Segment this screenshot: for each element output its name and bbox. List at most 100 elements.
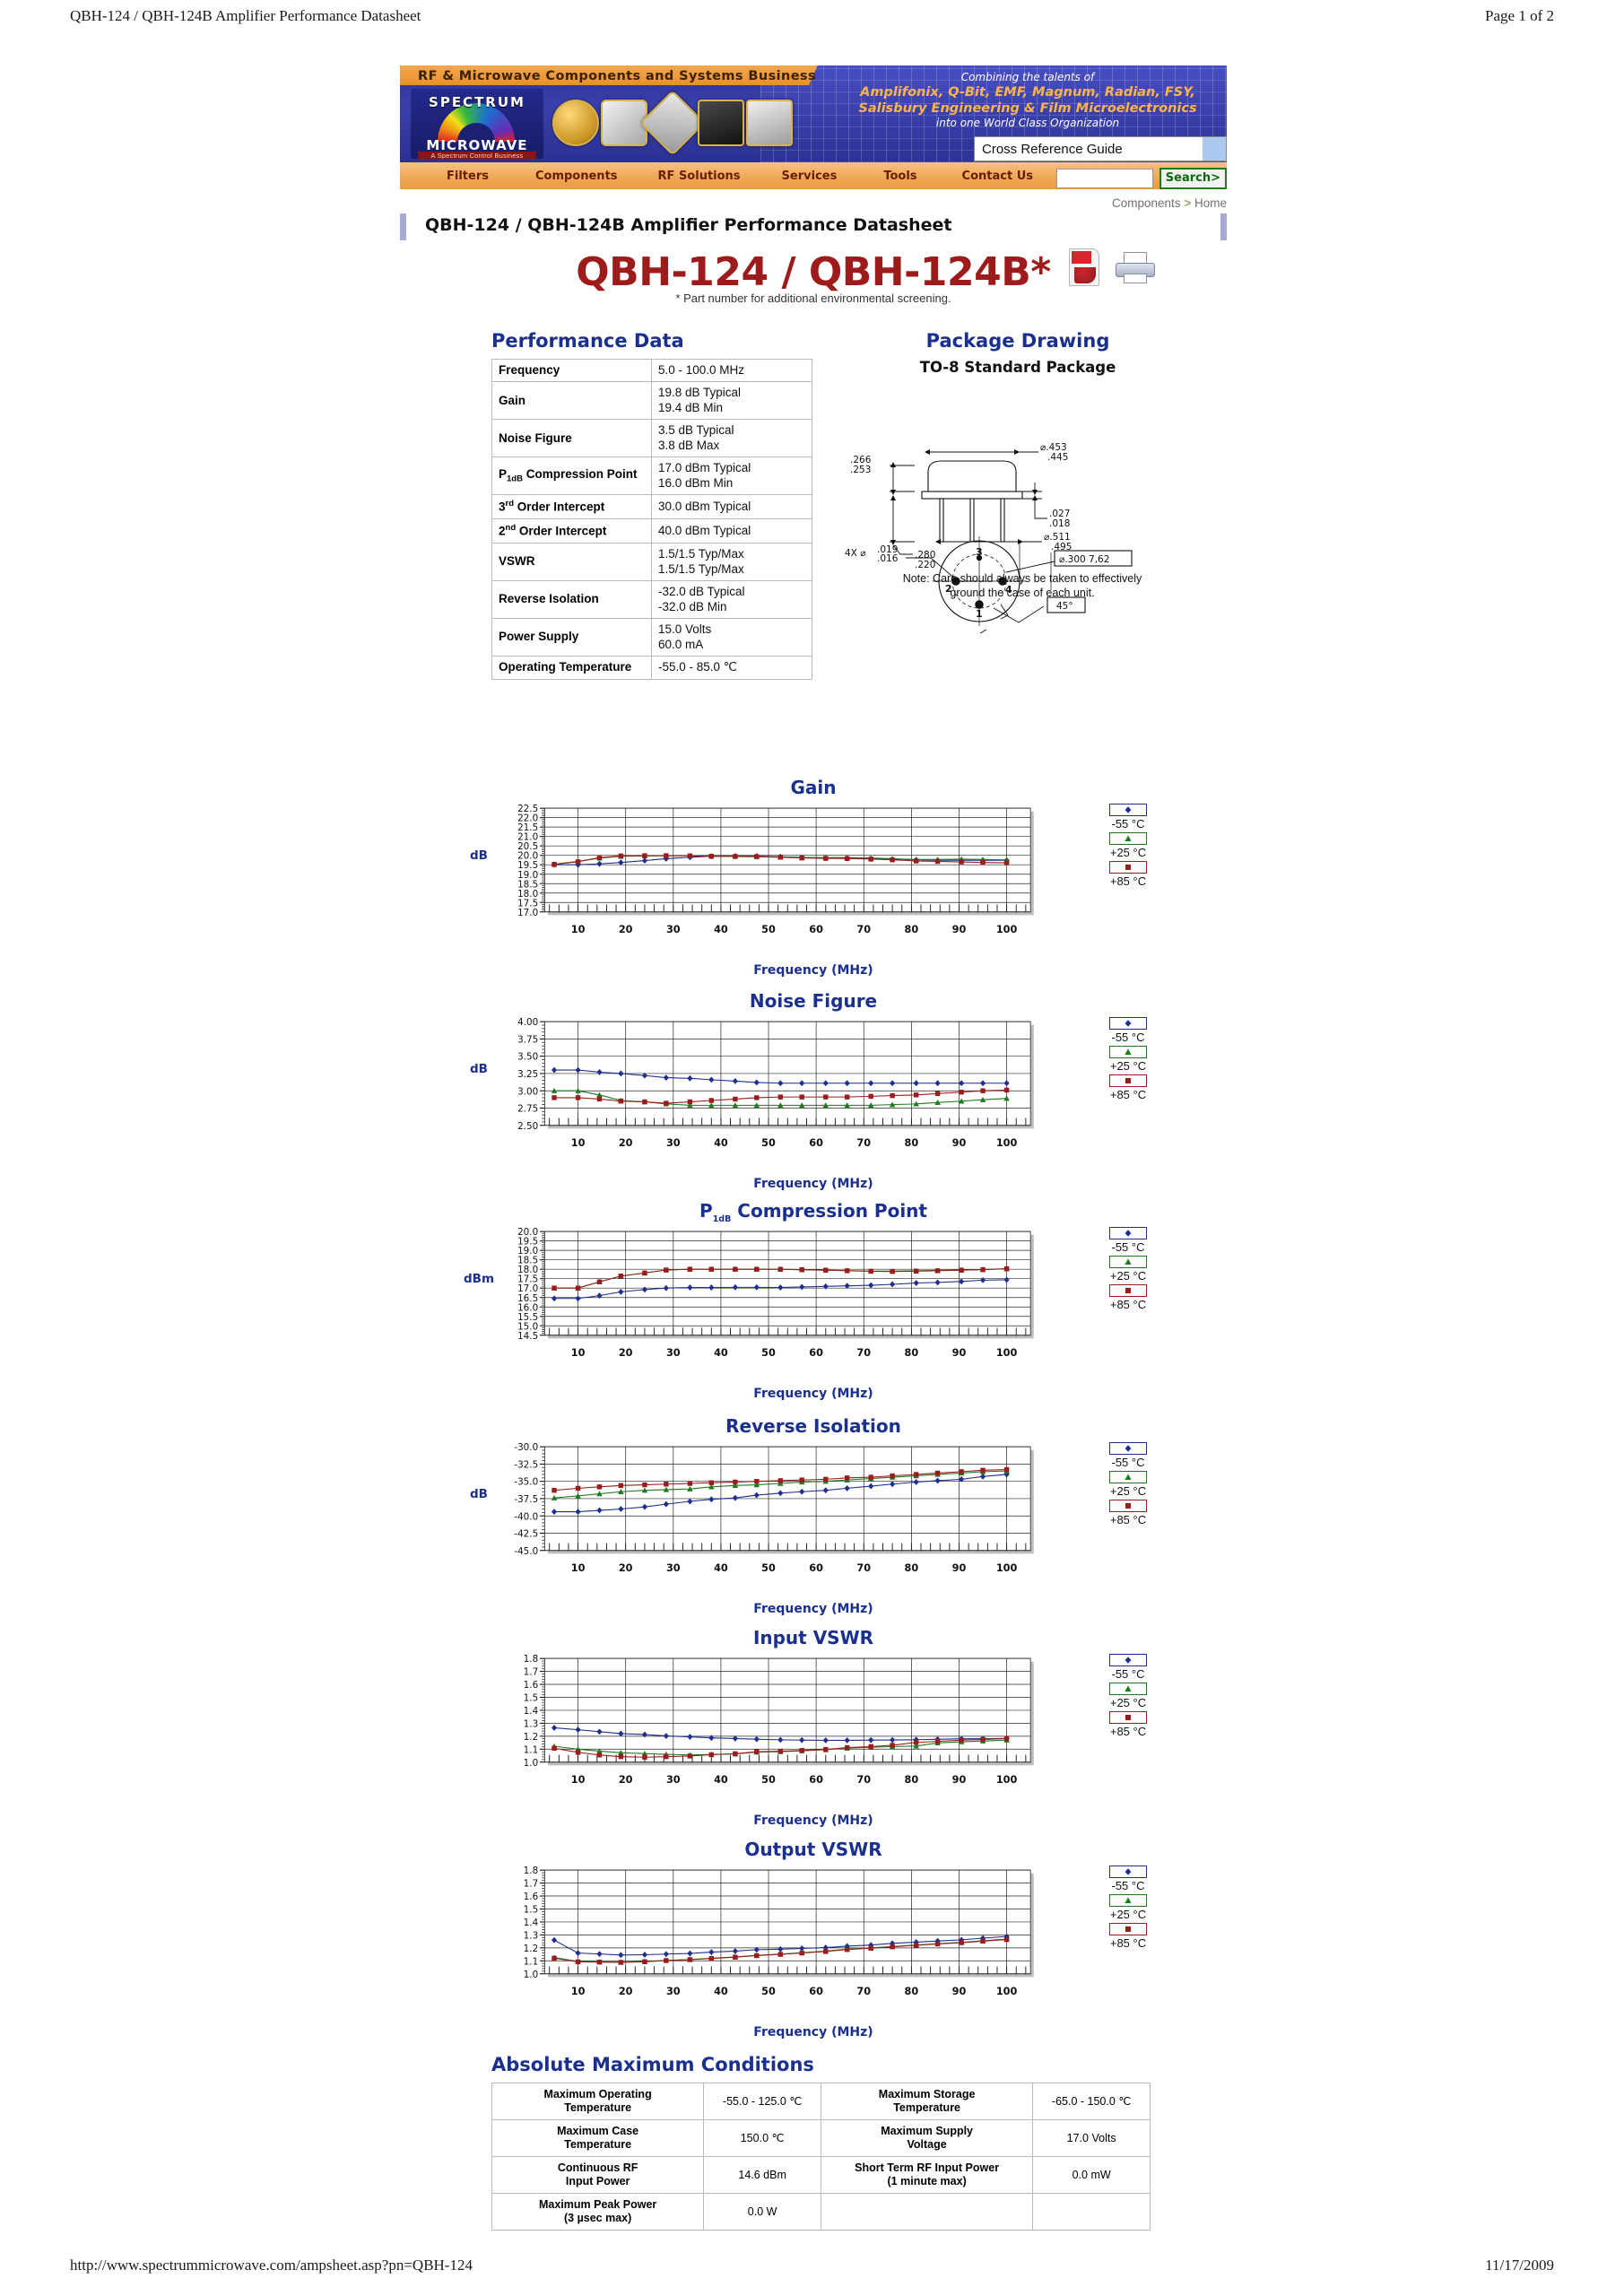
svg-text:10: 10	[571, 1347, 586, 1359]
nav-item-rf-solutions[interactable]: RF Solutions	[658, 170, 741, 183]
svg-text:50: 50	[761, 924, 776, 935]
nav-item-components[interactable]: Components	[535, 170, 618, 183]
svg-text:60: 60	[809, 924, 823, 935]
svg-text:21.0: 21.0	[517, 832, 538, 843]
title-accent-right	[1220, 213, 1227, 240]
absolute-maximum-heading: Absolute Maximum Conditions	[491, 2054, 814, 2075]
svg-text:20: 20	[619, 924, 633, 935]
perf-row-value: 5.0 - 100.0 MHz	[651, 358, 812, 383]
svg-text:1.2: 1.2	[524, 1732, 539, 1743]
svg-text:70: 70	[856, 1986, 871, 1997]
svg-text:1.5: 1.5	[524, 1693, 539, 1704]
table-row: Maximum Peak Power (3 µsec max) 0.0 W	[491, 2193, 1151, 2231]
perf-row-value: 19.8 dB Typical 19.4 dB Min	[651, 381, 812, 421]
svg-text:15.0: 15.0	[517, 1321, 538, 1332]
svg-text:2.50: 2.50	[517, 1121, 538, 1132]
nav-item-services[interactable]: Services	[782, 170, 838, 183]
document-actions	[1069, 247, 1168, 290]
absmax-left-label: Maximum Case Temperature	[491, 2119, 705, 2157]
legend-label-0: -55 °C	[1111, 1879, 1145, 1892]
print-footer: http://www.spectrummicrowave.com/ampshee…	[0, 2257, 1624, 2274]
legend-label-1: +25 °C	[1109, 1059, 1147, 1073]
table-row: Frequency 5.0 - 100.0 MHz	[491, 358, 812, 383]
perf-row-value: 15.0 Volts 60.0 mA	[651, 618, 812, 657]
legend-marker-triangle-icon	[1125, 1258, 1132, 1265]
legend-swatch-1	[1109, 1894, 1147, 1907]
legend-marker-triangle-icon	[1125, 1897, 1132, 1903]
svg-text:90: 90	[952, 1562, 967, 1574]
legend-swatch-2	[1109, 1923, 1147, 1935]
svg-text:40: 40	[714, 1137, 728, 1149]
svg-text:80: 80	[905, 1347, 919, 1359]
nav-item-filters[interactable]: Filters	[447, 170, 489, 183]
search-input[interactable]	[1056, 169, 1153, 188]
legend-swatch-2	[1109, 1500, 1147, 1512]
svg-text:1.1: 1.1	[524, 1744, 539, 1755]
chevron-down-icon[interactable]	[1203, 137, 1226, 161]
absmax-right-value: 0.0 mW	[1032, 2156, 1151, 2194]
svg-text:19.0: 19.0	[517, 870, 538, 881]
perf-row-value: 1.5/1.5 Typ/Max 1.5/1.5 Typ/Max	[651, 543, 812, 582]
breadcrumb-item-components[interactable]: Components	[1112, 196, 1181, 210]
nav-item-tools[interactable]: Tools	[883, 170, 916, 183]
legend-marker-square-icon	[1125, 1288, 1131, 1293]
legend-label-0: -55 °C	[1111, 817, 1145, 831]
table-row: Gain 19.8 dB Typical 19.4 dB Min	[491, 381, 812, 421]
svg-text:17.5: 17.5	[517, 1274, 538, 1285]
absmax-right-label: Maximum Storage Temperature	[820, 2083, 1034, 2120]
svg-text:22.5: 22.5	[517, 804, 538, 814]
print-header-title: QBH-124 / QBH-124B Amplifier Performance…	[70, 7, 421, 24]
legend-marker-diamond-icon	[1125, 1445, 1132, 1452]
table-row: Continuous RF Input Power 14.6 dBm Short Te…	[491, 2156, 1151, 2194]
spectrum-microwave-logo[interactable]: SPECTRUM MICROWAVE A Spectrum Control Bu…	[411, 89, 543, 159]
combining-line-2: Amplifonix, Q-Bit, EMF, Magnum, Radian, …	[860, 85, 1195, 100]
chart-x-axis-label: Frequency (MHz)	[753, 1177, 873, 1191]
legend-swatch-1	[1109, 832, 1147, 845]
nav-item-contact-us[interactable]: Contact Us	[962, 170, 1033, 183]
svg-text:19.0: 19.0	[517, 1246, 538, 1257]
chart-legend: -55 °C +25 °C +85 °C	[1074, 1017, 1182, 1103]
perf-row-label: 2nd Order Intercept	[491, 518, 652, 544]
legend-marker-diamond-icon	[1125, 806, 1132, 813]
absmax-right-value	[1032, 2193, 1151, 2231]
perf-row-value: -32.0 dB Typical -32.0 dB Min	[651, 580, 812, 620]
legend-swatch-0	[1109, 804, 1147, 816]
legend-swatch-0	[1109, 1654, 1147, 1666]
product-image-4	[698, 100, 744, 146]
dim-pin-dia-prefix: 4X ⌀	[845, 548, 866, 559]
svg-text:18.0: 18.0	[517, 1265, 538, 1275]
svg-text:1.8: 1.8	[524, 1866, 539, 1876]
svg-text:17.0: 17.0	[517, 1283, 538, 1294]
svg-text:30: 30	[666, 1137, 681, 1149]
part-number-footnote: * Part number for additional environment…	[675, 291, 951, 305]
svg-text:70: 70	[856, 1774, 871, 1786]
svg-text:1.4: 1.4	[524, 1918, 539, 1928]
svg-text:40: 40	[714, 1774, 728, 1786]
cross-reference-guide-select[interactable]: Cross Reference Guide	[974, 136, 1227, 161]
breadcrumb-item-home[interactable]: Home	[1194, 196, 1227, 210]
perf-row-value: 17.0 dBm Typical 16.0 dBm Min	[651, 457, 812, 496]
pdf-icon[interactable]	[1069, 248, 1099, 286]
table-row: Power Supply 15.0 Volts 60.0 mA	[491, 618, 812, 657]
svg-text:-45.0: -45.0	[514, 1546, 538, 1557]
svg-text:100: 100	[996, 1562, 1018, 1574]
printer-icon[interactable]	[1116, 252, 1155, 284]
svg-text:3.50: 3.50	[517, 1052, 538, 1063]
svg-text:-42.5: -42.5	[514, 1529, 538, 1540]
search-button[interactable]: Search>	[1159, 168, 1227, 189]
table-row: Maximum Operating Temperature -55.0 - 125.…	[491, 2083, 1151, 2120]
svg-text:30: 30	[666, 1347, 681, 1359]
logo-sub-text: A Spectrum Control Business	[418, 152, 536, 159]
svg-text:10: 10	[571, 1562, 586, 1574]
page-title: QBH-124 / QBH-124B Amplifier Performance…	[425, 215, 952, 235]
legend-swatch-1	[1109, 1046, 1147, 1058]
svg-text:-30.0: -30.0	[514, 1442, 538, 1453]
legend-marker-diamond-icon	[1125, 1020, 1132, 1027]
svg-text:17.5: 17.5	[517, 898, 538, 909]
dim-body-dia-line2: .445	[1047, 452, 1068, 463]
svg-text:-35.0: -35.0	[514, 1477, 538, 1488]
svg-text:3.75: 3.75	[517, 1034, 538, 1045]
legend-label-2: +85 °C	[1109, 1513, 1147, 1526]
print-header: QBH-124 / QBH-124B Amplifier Performance…	[0, 7, 1624, 25]
svg-text:30: 30	[666, 1986, 681, 1997]
